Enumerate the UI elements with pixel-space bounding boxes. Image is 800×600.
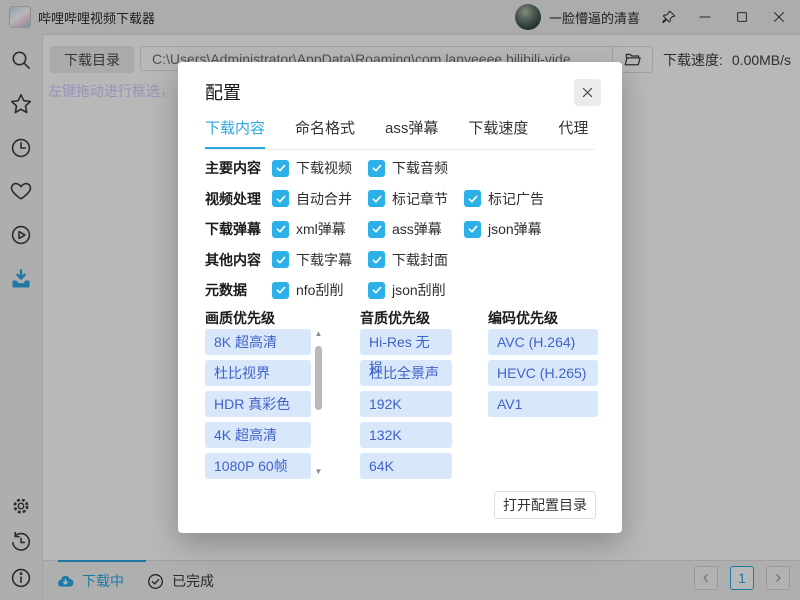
checkbox-mark-chapters[interactable]: 标记章节 (368, 189, 464, 209)
checked-checkbox-icon (368, 160, 385, 177)
app-window: 哔哩哔哩视频下载器 一脸懵逼的清喜 (0, 0, 800, 600)
config-dialog: 配置 下载内容 命名格式 ass弹幕 下载速度 代理 主要内容 下载视频 下载音… (178, 62, 622, 533)
checked-checkbox-icon (368, 221, 385, 238)
checkbox-download-subtitles[interactable]: 下载字幕 (272, 250, 368, 270)
checkbox-mark-ads[interactable]: 标记广告 (464, 189, 560, 209)
scroll-down-icon[interactable]: ▼ (312, 467, 325, 477)
close-icon (580, 85, 595, 100)
dialog-title: 配置 (205, 79, 241, 105)
row-video-processing: 视频处理 自动合并 标记章节 标记广告 (205, 184, 595, 215)
audio-quality-priority: 音质优先级 Hi-Res 无损 杜比全景声 192K 132K 64K (360, 308, 452, 484)
audio-item[interactable]: Hi-Res 无损 (360, 329, 452, 355)
row-other-content: 其他内容 下载字幕 下载封面 (205, 245, 595, 276)
audio-item[interactable]: 64K (360, 453, 452, 479)
dialog-tabs: 下载内容 命名格式 ass弹幕 下载速度 代理 (205, 117, 588, 150)
checked-checkbox-icon (272, 282, 289, 299)
checkbox-xml-danmaku[interactable]: xml弹幕 (272, 219, 368, 239)
checked-checkbox-icon (368, 251, 385, 268)
tabs-divider (205, 149, 595, 150)
checked-checkbox-icon (464, 221, 481, 238)
codec-item[interactable]: HEVC (H.265) (488, 360, 598, 386)
tab-naming-format[interactable]: 命名格式 (295, 117, 355, 150)
audio-item[interactable]: 192K (360, 391, 452, 417)
codec-item[interactable]: AV1 (488, 391, 598, 417)
codec-item[interactable]: AVC (H.264) (488, 329, 598, 355)
tab-proxy[interactable]: 代理 (558, 117, 588, 150)
open-config-dir-button[interactable]: 打开配置目录 (494, 491, 596, 519)
checkbox-rows: 主要内容 下载视频 下载音频 视频处理 自动合并 标记章节 标记广告 下载弹幕 … (205, 153, 595, 306)
quality-item[interactable]: HDR 真彩色 (205, 391, 311, 417)
checked-checkbox-icon (368, 190, 385, 207)
quality-item[interactable]: 8K 超高清 (205, 329, 311, 355)
tab-download-content[interactable]: 下载内容 (205, 117, 265, 150)
row-download-danmaku: 下载弹幕 xml弹幕 ass弹幕 json弹幕 (205, 214, 595, 245)
close-dialog-button[interactable] (574, 79, 601, 106)
checkbox-download-cover[interactable]: 下载封面 (368, 250, 464, 270)
codec-priority: 编码优先级 AVC (H.264) HEVC (H.265) AV1 (488, 308, 598, 422)
checked-checkbox-icon (272, 190, 289, 207)
scroll-up-icon[interactable]: ▲ (312, 329, 325, 339)
checked-checkbox-icon (272, 251, 289, 268)
checkbox-nfo-scrape[interactable]: nfo刮削 (272, 280, 368, 300)
quality-item[interactable]: 1080P 60帧 (205, 453, 311, 479)
checked-checkbox-icon (368, 282, 385, 299)
checkbox-auto-merge[interactable]: 自动合并 (272, 189, 368, 209)
audio-item[interactable]: 132K (360, 422, 452, 448)
row-metadata: 元数据 nfo刮削 json刮削 (205, 275, 595, 306)
checkbox-ass-danmaku[interactable]: ass弹幕 (368, 219, 464, 239)
quality-item[interactable]: 4K 超高清 (205, 422, 311, 448)
checked-checkbox-icon (272, 221, 289, 238)
quality-scrollbar: ▲ ▼ (312, 329, 325, 477)
quality-item[interactable]: 杜比视界 (205, 360, 311, 386)
tab-ass-danmaku[interactable]: ass弹幕 (385, 117, 438, 150)
checkbox-download-video[interactable]: 下载视频 (272, 158, 368, 178)
scrollbar-thumb[interactable] (315, 346, 322, 410)
checkbox-download-audio[interactable]: 下载音频 (368, 158, 464, 178)
audio-item[interactable]: 杜比全景声 (360, 360, 452, 386)
checked-checkbox-icon (272, 160, 289, 177)
row-main-content: 主要内容 下载视频 下载音频 (205, 153, 595, 184)
checkbox-json-danmaku[interactable]: json弹幕 (464, 219, 560, 239)
tab-download-speed[interactable]: 下载速度 (468, 117, 528, 150)
video-quality-priority: 画质优先级 8K 超高清 杜比视界 HDR 真彩色 4K 超高清 1080P 6… (205, 308, 325, 484)
checkbox-json-scrape[interactable]: json刮削 (368, 280, 464, 300)
checked-checkbox-icon (464, 190, 481, 207)
